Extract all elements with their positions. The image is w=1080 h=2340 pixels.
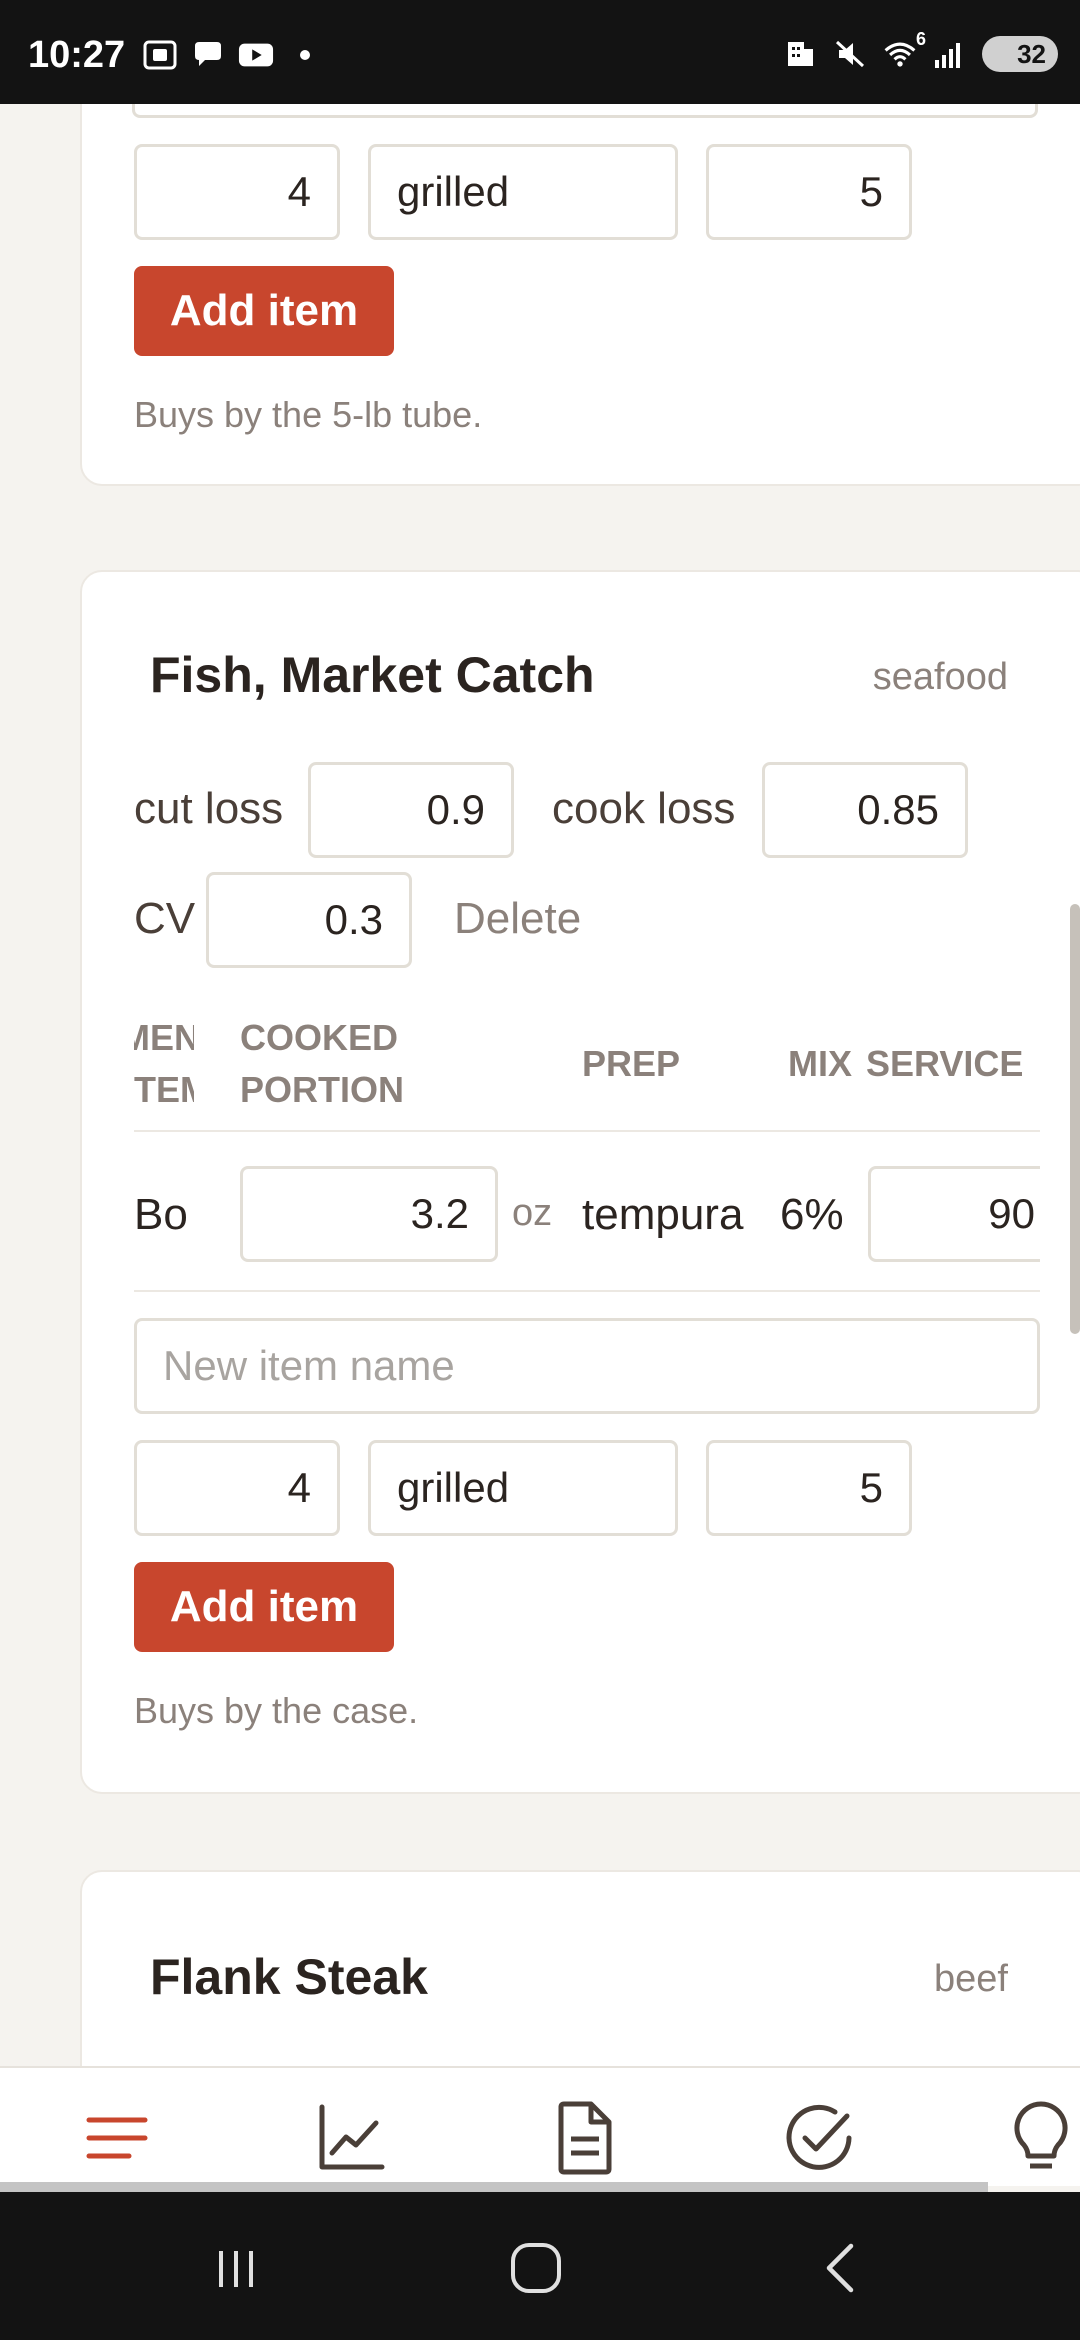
row-mix: 6% xyxy=(780,1190,844,1239)
recents-button[interactable] xyxy=(196,2236,276,2300)
prep-input[interactable]: grilled xyxy=(368,144,678,240)
new-item-name-input[interactable]: New item name xyxy=(134,1318,1040,1414)
purchase-note: Buys by the case. xyxy=(134,1690,419,1731)
status-time: 10:27 xyxy=(28,34,126,76)
row-service-input[interactable]: 90 xyxy=(868,1166,1040,1262)
table-divider xyxy=(134,1290,1040,1292)
chat-bubble-icon xyxy=(190,40,226,70)
ingredient-card: Flank Steak beef xyxy=(80,1870,1080,2066)
row-item-name: Bo xyxy=(134,1190,188,1239)
table-divider xyxy=(134,1130,1040,1132)
delete-button[interactable]: Delete xyxy=(454,894,581,944)
recents-icon xyxy=(219,2251,253,2287)
nav-document[interactable] xyxy=(540,2098,630,2178)
ingredient-card: 4 grilled 5 Add item Buys by the 5-lb tu… xyxy=(80,104,1080,486)
wifi-icon: 6 xyxy=(882,29,926,69)
header-portion: PORTION xyxy=(240,1069,405,1110)
scrollbar[interactable] xyxy=(1070,904,1080,1334)
prep-input[interactable]: grilled xyxy=(368,1440,678,1536)
portion-input[interactable]: 4 xyxy=(134,144,340,240)
cook-loss-label: cook loss xyxy=(552,784,736,833)
row-prep: tempura xyxy=(582,1190,744,1239)
nav-menu[interactable] xyxy=(72,2098,162,2178)
cv-label: CV xyxy=(134,894,196,943)
screenshot-icon xyxy=(142,40,178,70)
building-icon xyxy=(782,39,818,69)
nav-tips[interactable] xyxy=(1006,2098,1080,2178)
status-left-icons xyxy=(142,40,310,70)
ingredient-card: Fish, Market Catch seafood cut loss 0.9 … xyxy=(80,570,1080,1794)
row-unit: oz xyxy=(512,1192,553,1234)
ingredient-title: Flank Steak xyxy=(150,1949,428,2005)
battery-icon: 32 xyxy=(982,36,1058,72)
notification-dot-icon xyxy=(300,50,310,60)
lightbulb-icon xyxy=(1014,2101,1068,2169)
cut-loss-label: cut loss xyxy=(134,784,284,833)
check-circle-icon xyxy=(786,2104,852,2170)
home-button[interactable] xyxy=(496,2236,576,2300)
category-label: beef xyxy=(934,1958,1008,2000)
youtube-icon xyxy=(238,40,274,70)
add-item-button[interactable]: Add item xyxy=(134,266,394,356)
header-menu-item-line2: ITEM xyxy=(134,1069,194,1110)
new-item-name-input[interactable] xyxy=(132,104,1038,118)
battery-level: 32 xyxy=(1017,38,1046,69)
cv-input[interactable]: 0.3 xyxy=(206,872,412,968)
header-cooked: COOKED xyxy=(240,1017,399,1058)
menu-icon xyxy=(86,2117,148,2159)
signal-icon xyxy=(932,39,968,69)
service-input[interactable]: 5 xyxy=(706,144,912,240)
cut-loss-input[interactable]: 0.9 xyxy=(308,762,514,858)
header-prep: PREP xyxy=(582,1043,681,1084)
header-menu-item-line1: MENU xyxy=(134,1017,194,1058)
document-icon xyxy=(558,2101,612,2175)
nav-checklist[interactable] xyxy=(774,2098,864,2178)
header-service: SERVICE xyxy=(866,1043,1024,1084)
nav-chart[interactable] xyxy=(306,2098,396,2178)
back-button[interactable] xyxy=(800,2236,880,2300)
row-portion-input[interactable]: 3.2 xyxy=(240,1166,498,1262)
chart-icon xyxy=(319,2104,385,2170)
mute-icon xyxy=(832,39,868,69)
header-menu-item: MENU ITEM xyxy=(134,1012,194,1122)
cook-loss-input[interactable]: 0.85 xyxy=(762,762,968,858)
bottom-navigation xyxy=(0,2066,1080,2186)
ingredient-title: Fish, Market Catch xyxy=(150,647,595,703)
portion-input[interactable]: 4 xyxy=(134,1440,340,1536)
add-item-button[interactable]: Add item xyxy=(134,1562,394,1652)
purchase-note: Buys by the 5-lb tube. xyxy=(134,394,483,435)
back-icon xyxy=(826,2243,854,2293)
table-row: Bo 3.2 oz tempura 6% 90 xyxy=(134,1142,1040,1292)
main-content[interactable]: 4 grilled 5 Add item Buys by the 5-lb tu… xyxy=(0,104,1080,2066)
service-input[interactable]: 5 xyxy=(706,1440,912,1536)
status-right-icons: 6 32 xyxy=(782,29,1058,72)
header-mix: MIX xyxy=(788,1043,853,1084)
system-navigation-bar xyxy=(0,2192,1080,2340)
bottom-nav-scrollbar[interactable] xyxy=(0,2182,988,2192)
status-bar: 10:27 6 32 xyxy=(0,0,1080,104)
network-type: 6 xyxy=(915,29,926,49)
home-icon xyxy=(511,2243,561,2293)
category-label: seafood xyxy=(872,656,1008,698)
